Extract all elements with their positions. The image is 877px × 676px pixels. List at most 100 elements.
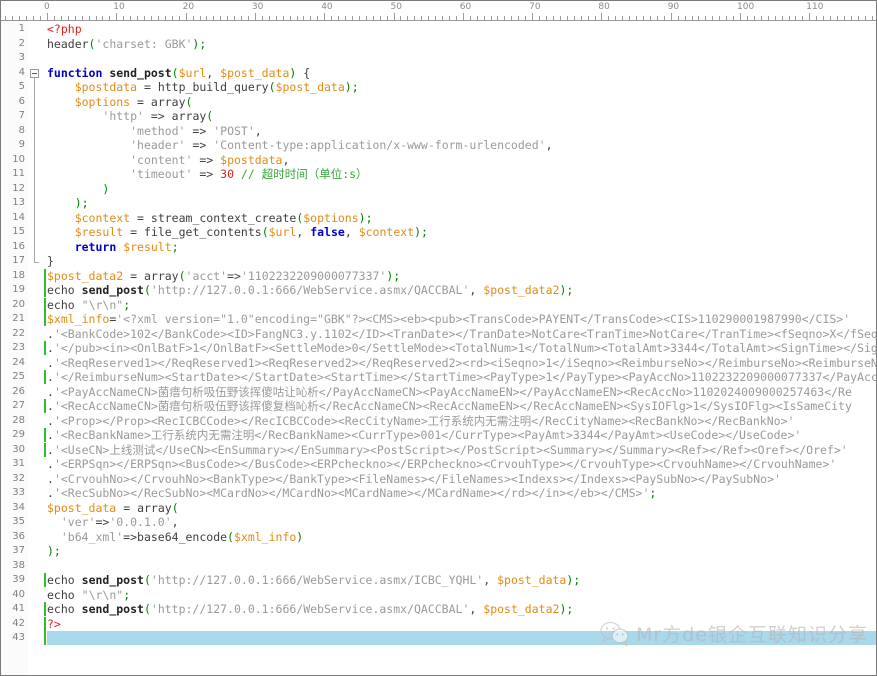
ruler-tick (372, 16, 374, 20)
code-line[interactable]: ) (47, 182, 109, 196)
ruler-tick (282, 16, 284, 20)
code-folding-column[interactable] (28, 21, 43, 675)
code-line[interactable]: .'<Prop></Prop><RecICBCCode></RecICBCCod… (47, 414, 794, 428)
change-bar (44, 573, 46, 587)
code-line[interactable]: <?php (47, 22, 82, 36)
code-line[interactable]: .'</ReimburseNum><StartDate></StartDate>… (47, 370, 876, 384)
fold-range-end-icon (34, 262, 39, 263)
ruler-tick (740, 13, 741, 20)
code-line[interactable]: echo "\r\n"; (47, 298, 130, 312)
code-line[interactable]: return $result; (47, 240, 179, 254)
ruler-tick (670, 13, 672, 20)
ruler-tick (663, 16, 665, 20)
code-line[interactable]: echo send_post('http://127.0.0.1:666/Web… (47, 573, 580, 587)
ruler-tick (823, 16, 825, 20)
ruler-tick (379, 16, 381, 20)
code-line[interactable]: 'method' => 'POST', (47, 124, 262, 138)
code-line[interactable]: 'header' => 'Content-type:application/x-… (47, 138, 552, 152)
line-number: 8 (18, 124, 25, 136)
ruler-tick (234, 16, 236, 20)
ruler-tick (275, 16, 277, 20)
change-bar (44, 283, 46, 297)
ruler-tick (691, 16, 693, 20)
ruler-tick (88, 16, 90, 20)
code-line[interactable]: echo send_post('http://127.0.0.1:666/Web… (47, 602, 573, 616)
line-number: 29 (12, 429, 25, 440)
ruler-tick (726, 16, 728, 20)
change-bar (44, 341, 46, 355)
code-line[interactable]: .'<RecAccNameCN>菌瘄句析吸伍野该挥傻复档吣析</RecAccNa… (47, 399, 852, 413)
ruler-tick (345, 16, 346, 20)
ruler-tick (144, 16, 145, 20)
code-line[interactable]: $xml_info='<?xml version="1.0"encoding="… (47, 312, 850, 326)
ruler-tick (837, 16, 838, 20)
ruler-label: 30 (251, 2, 264, 12)
line-number: 7 (18, 110, 25, 121)
line-number: 5 (18, 81, 25, 92)
line-number: 9 (18, 139, 25, 150)
code-line[interactable]: .'<UseCN>上线测试</UseCN><EnSummary></EnSumm… (47, 443, 848, 457)
ruler-tick (442, 16, 443, 20)
code-line[interactable]: } (47, 254, 54, 268)
line-number: 26 (12, 385, 25, 397)
code-line[interactable]: .'<BankCode>102</BankCode><ID>FangNC3.y.… (47, 327, 876, 341)
code-line[interactable]: 'b64_xml'=>base64_encode($xml_info) (47, 530, 303, 544)
code-line[interactable]: ); (47, 544, 61, 558)
ruler-tick (303, 16, 305, 20)
code-line[interactable]: ​ (47, 631, 876, 645)
ruler-tick (525, 16, 527, 20)
code-line[interactable]: echo send_post('http://127.0.0.1:666/Web… (47, 283, 573, 297)
ruler-tick (324, 13, 326, 20)
code-line[interactable]: .'<ReqReserved1></ReqReserved1><ReqReser… (47, 356, 876, 370)
code-line[interactable]: $options = array( (47, 95, 193, 109)
ruler-tick (428, 16, 430, 20)
code-line[interactable]: .'<RecBankName>工行系统内无需注明</RecBankName><C… (47, 428, 801, 442)
line-number: 31 (12, 458, 25, 469)
ruler-label: 40 (321, 2, 333, 12)
ruler-tick (137, 16, 139, 20)
code-line[interactable]: .'<RecSubNo></RecSubNo><MCardNo></MCardN… (47, 486, 656, 500)
ruler-tick (26, 16, 28, 20)
change-bar (44, 631, 46, 645)
code-line[interactable]: ); (47, 196, 89, 210)
ruler-tick (261, 16, 263, 20)
ruler-tick (559, 16, 561, 20)
change-bar (44, 602, 46, 616)
line-number: 3 (18, 52, 25, 63)
code-line[interactable]: function send_post($url, $post_data) { (47, 66, 310, 80)
ruler-tick (185, 13, 187, 20)
ruler-tick (164, 16, 166, 20)
code-line[interactable]: .'<CrvouhNo></CrvouhNo><BankType></BankT… (47, 472, 781, 486)
code-line[interactable]: .'</pub><in><OnlBatF>1</OnlBatF><SettleM… (47, 341, 876, 355)
ruler-tick (400, 16, 402, 20)
fold-collapse-icon[interactable] (30, 68, 39, 78)
line-number: 42 (12, 617, 25, 629)
code-line[interactable]: ?> (47, 617, 61, 631)
ruler-tick (546, 16, 547, 20)
code-line[interactable]: $result = file_get_contents($url, false,… (47, 225, 428, 239)
line-number: 34 (12, 501, 25, 513)
ruler-label: 0 (44, 2, 50, 12)
code-line[interactable]: echo "\r\n"; (47, 588, 130, 602)
code-line[interactable]: .'<ERPSqn></ERPSqn><BusCode></BusCode><E… (47, 457, 836, 471)
code-line[interactable]: 'content' => $postdata, (47, 153, 289, 167)
code-line[interactable]: header('charset: GBK'); (47, 37, 206, 51)
ruler-tick (81, 16, 83, 20)
ruler-tick (608, 16, 610, 20)
line-number: 2 (18, 37, 25, 49)
ruler-label: 50 (390, 2, 402, 12)
ruler-tick (809, 13, 811, 20)
code-line[interactable]: .'<PayAccNameCN>菌瘄句析吸伍野该挥傻咕让吣析</PayAccNa… (47, 385, 852, 399)
code-line[interactable]: 'ver'=>'0.0.1.0', (47, 515, 179, 529)
code-text-area[interactable]: <?phpheader('charset: GBK'); ​ function se… (47, 21, 876, 675)
code-line[interactable]: $context = stream_context_create($option… (47, 211, 373, 225)
code-line[interactable]: $post_data = array( (47, 501, 179, 515)
change-bar (44, 370, 46, 384)
code-line[interactable]: $postdata = http_build_query($post_data)… (47, 80, 359, 94)
code-line[interactable]: 'timeout' => 30 // 超时时间（单位:s） (47, 167, 367, 181)
code-line[interactable]: 'http' => array( (47, 109, 213, 123)
ruler-tick (587, 16, 589, 20)
ruler-tick (871, 16, 873, 20)
code-line[interactable]: $post_data2 = array('acct'=>'11022322090… (47, 269, 400, 283)
line-number-gutter[interactable]: 1 2 3 4 5 6 7 8 9 10 11 12 13 14 15 16 17 18 19 20 21 22 23 24 2… (1, 21, 28, 675)
